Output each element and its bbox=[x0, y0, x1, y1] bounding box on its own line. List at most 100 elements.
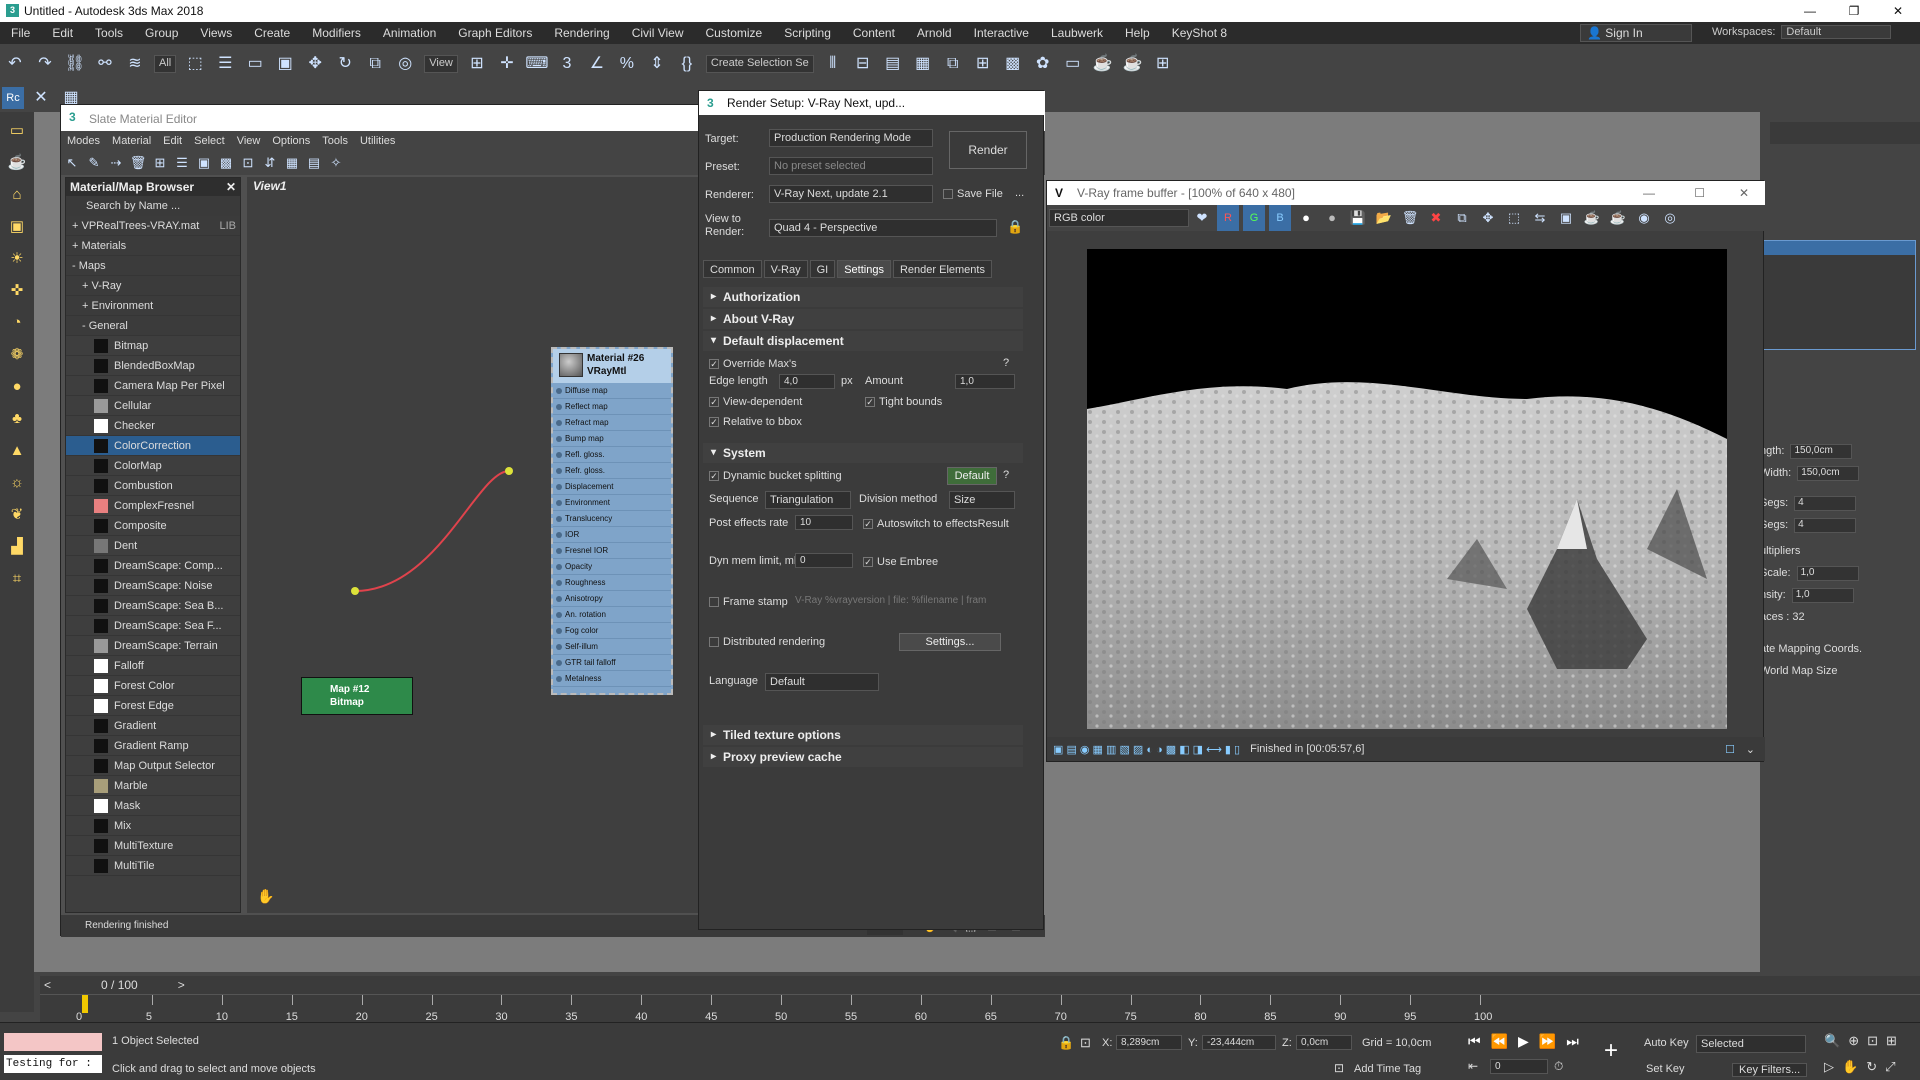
pivot-center-icon[interactable]: ⊞ bbox=[464, 51, 490, 77]
lock-icon[interactable]: 🔒 bbox=[1007, 219, 1023, 235]
rendered-image[interactable] bbox=[1087, 249, 1727, 729]
layout-all-icon[interactable]: ⊡ bbox=[239, 150, 257, 176]
slate-menu-tools[interactable]: Tools bbox=[316, 130, 354, 152]
menu-arnold[interactable]: Arnold bbox=[906, 22, 963, 44]
menu-modifiers[interactable]: Modifiers bbox=[301, 22, 372, 44]
y-coord-field[interactable]: -23,444cm bbox=[1202, 1035, 1276, 1050]
map-item[interactable]: Gradient bbox=[66, 716, 240, 736]
duplicate-icon[interactable]: ⧉ bbox=[1451, 205, 1473, 231]
map-item[interactable]: Forest Edge bbox=[66, 696, 240, 716]
material-slot[interactable]: Refract map bbox=[553, 415, 671, 431]
chart-icon[interactable]: ▟ bbox=[4, 534, 30, 560]
clear-image-icon[interactable]: 🗑 bbox=[1399, 205, 1421, 231]
render-iterative-icon[interactable]: ☕ bbox=[1120, 51, 1146, 77]
menu-views[interactable]: Views bbox=[189, 22, 243, 44]
section-vray[interactable]: + V-Ray bbox=[66, 276, 240, 296]
map-item[interactable]: Checker bbox=[66, 416, 240, 436]
material-slot[interactable]: Bump map bbox=[553, 431, 671, 447]
vfb-history-icons[interactable]: ▣ ▤ ◉ ▦ ▥ ▧ ▨ ◐ ◑ ▩ ◧ ◨ ⟷ ▮ ▯ bbox=[1053, 743, 1240, 756]
zoom-all-icon[interactable]: ⊕ bbox=[1848, 1033, 1859, 1049]
alpha-channel-icon[interactable]: ● bbox=[1295, 205, 1317, 231]
previous-frame-icon[interactable]: ⏪ bbox=[1491, 1033, 1508, 1050]
slate-menu-select[interactable]: Select bbox=[188, 130, 231, 152]
restore-icon[interactable]: ❐ bbox=[1832, 0, 1876, 22]
layer-explorer-icon[interactable]: ▤ bbox=[880, 51, 906, 77]
save-file-checkbox[interactable]: Save File bbox=[943, 185, 1003, 203]
tab-render-elements[interactable]: Render Elements bbox=[892, 260, 992, 278]
go-to-end-icon[interactable]: ⏭ bbox=[1566, 1033, 1579, 1050]
menu-edit[interactable]: Edit bbox=[41, 22, 84, 44]
map-item[interactable]: Mask bbox=[66, 796, 240, 816]
edit-named-selection-icon[interactable]: {} bbox=[674, 51, 700, 77]
section-materials[interactable]: + Materials bbox=[66, 236, 240, 256]
use-embree-checkbox[interactable]: ✓ Use Embree bbox=[863, 553, 938, 571]
menu-help[interactable]: Help bbox=[1114, 22, 1161, 44]
material-slot[interactable]: Refl. gloss. bbox=[553, 447, 671, 463]
render-online-icon[interactable]: ⊞ bbox=[1150, 51, 1176, 77]
vfb-close-icon[interactable]: ✕ bbox=[1739, 181, 1749, 205]
sign-in-dropdown[interactable]: 👤 Sign In bbox=[1580, 24, 1692, 42]
z-coord-field[interactable]: 0,0cm bbox=[1296, 1035, 1352, 1050]
undo-icon[interactable]: ↶ bbox=[2, 51, 28, 77]
length-spinner[interactable]: 150,0cm bbox=[1790, 443, 1853, 459]
named-selection-dropdown[interactable]: Create Selection Se bbox=[705, 55, 814, 73]
map-item[interactable]: Gradient Ramp bbox=[66, 736, 240, 756]
pan-hand-icon[interactable]: ✋ bbox=[257, 888, 274, 905]
rollout-system[interactable]: System bbox=[703, 443, 1023, 463]
set-key-button[interactable]: Set Key bbox=[1646, 1063, 1685, 1075]
view-to-render-dropdown[interactable]: Quad 4 - Perspective bbox=[769, 219, 997, 237]
distributed-settings-button[interactable]: Settings... bbox=[899, 633, 1001, 651]
material-slot[interactable]: Anisotropy bbox=[553, 591, 671, 607]
map-item[interactable]: Cellular bbox=[66, 396, 240, 416]
stop-render-icon[interactable]: ✖ bbox=[1425, 205, 1447, 231]
density-spinner[interactable]: 1,0 bbox=[1791, 587, 1854, 603]
map-item[interactable]: Map Output Selector bbox=[66, 756, 240, 776]
field-of-view-icon[interactable]: ▷ bbox=[1824, 1059, 1834, 1075]
schematic-view-icon[interactable]: ⊞ bbox=[970, 51, 996, 77]
view-dependent-checkbox[interactable]: ✓ View-dependent bbox=[709, 393, 802, 411]
save-image-icon[interactable]: 💾 bbox=[1347, 205, 1369, 231]
target-dropdown[interactable]: Production Rendering Mode bbox=[769, 129, 933, 147]
division-method-dropdown[interactable]: Size bbox=[949, 491, 1015, 509]
select-by-material-icon[interactable]: ✧ bbox=[327, 150, 345, 176]
track-bar[interactable]: 0 5 10 15 20 25 30 35 40 45 50 55 60 65 70 75 80 85 90 95 10… bbox=[40, 994, 1920, 1023]
channel-dropdown[interactable]: RGB color bbox=[1049, 209, 1189, 227]
bind-space-warp-icon[interactable]: ≋ bbox=[122, 51, 148, 77]
select-object-icon[interactable]: ⬚ bbox=[182, 51, 208, 77]
maximize-viewport-icon[interactable]: ⤢ bbox=[1885, 1059, 1895, 1075]
sequence-dropdown[interactable]: Triangulation bbox=[765, 491, 851, 509]
map-item[interactable]: ColorMap bbox=[66, 456, 240, 476]
sphere-icon[interactable]: ● bbox=[4, 374, 30, 400]
time-configuration-icon[interactable]: ⏱ bbox=[1554, 1059, 1563, 1074]
menu-animation[interactable]: Animation bbox=[372, 22, 447, 44]
slate-menu-edit[interactable]: Edit bbox=[157, 130, 188, 152]
lens-effects-icon[interactable]: ◉ bbox=[1633, 205, 1655, 231]
width-spinner[interactable]: 150,0cm bbox=[1797, 465, 1860, 481]
link-to-3dsmax-icon[interactable]: ⇆ bbox=[1529, 205, 1551, 231]
tab-common[interactable]: Common bbox=[703, 260, 762, 278]
load-image-icon[interactable]: 📂 bbox=[1373, 205, 1395, 231]
map-item[interactable]: MultiTexture bbox=[66, 836, 240, 856]
slate-menu-view[interactable]: View bbox=[231, 130, 267, 152]
minimize-icon[interactable]: — bbox=[1788, 0, 1832, 22]
scale-icon[interactable]: ⧉ bbox=[362, 51, 388, 77]
vfb-expand-icon[interactable]: ☐ bbox=[1725, 743, 1735, 756]
assign-material-icon[interactable]: ⇢ bbox=[107, 150, 125, 176]
next-frame-icon[interactable]: ⏩ bbox=[1539, 1033, 1556, 1050]
play-icon[interactable]: ▶ bbox=[1518, 1033, 1529, 1050]
bitmap-node[interactable]: Map #12 Bitmap bbox=[301, 677, 413, 715]
angle-snap-icon[interactable]: ∠ bbox=[584, 51, 610, 77]
menu-scripting[interactable]: Scripting bbox=[773, 22, 842, 44]
map-item[interactable]: MultiTile bbox=[66, 856, 240, 876]
browser-search-input[interactable]: Search by Name ... bbox=[66, 196, 240, 216]
helper-icon[interactable]: ✜ bbox=[4, 278, 30, 304]
material-slot[interactable]: Refr. gloss. bbox=[553, 463, 671, 479]
link-icon[interactable]: ⛓ bbox=[62, 51, 88, 77]
material-slot[interactable]: Displacement bbox=[553, 479, 671, 495]
select-by-name-icon[interactable]: ☰ bbox=[212, 51, 238, 77]
spinner-snap-icon[interactable]: ⇕ bbox=[644, 51, 670, 77]
map-item[interactable]: Combustion bbox=[66, 476, 240, 496]
key-mode-toggle-icon[interactable]: ⇤ bbox=[1468, 1059, 1478, 1073]
selection-lock-icon[interactable]: 🔒 bbox=[1058, 1035, 1074, 1051]
map-item[interactable]: DreamScape: Comp... bbox=[66, 556, 240, 576]
